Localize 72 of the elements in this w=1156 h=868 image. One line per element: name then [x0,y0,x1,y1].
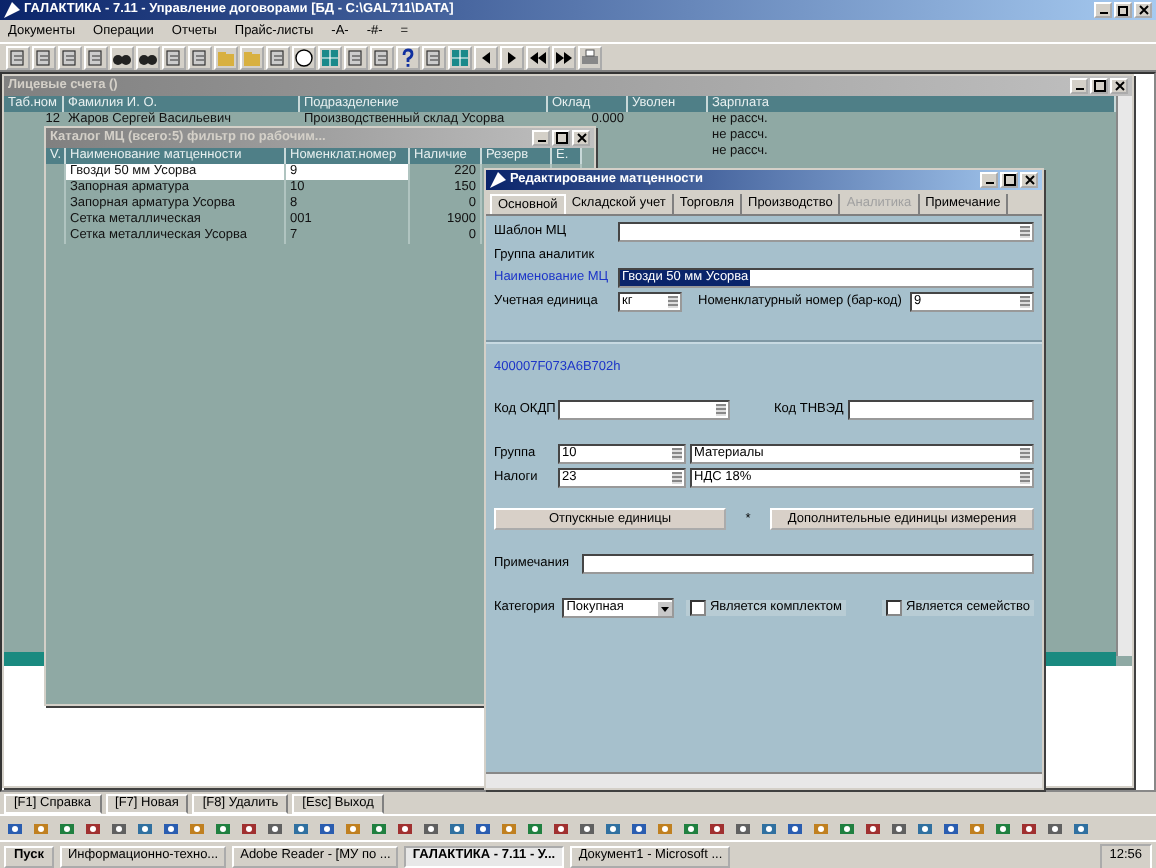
minimize-button[interactable] [1094,2,1112,18]
tool-icon[interactable] [968,819,986,837]
tool-icon[interactable] [318,819,336,837]
tool-icon[interactable] [266,819,284,837]
tool-icon[interactable] [32,819,50,837]
tool-icon[interactable] [812,819,830,837]
tool-icon[interactable] [708,819,726,837]
app-logo-icon [4,2,20,18]
last-icon[interactable] [552,45,576,69]
tool-icon[interactable] [240,819,258,837]
tool-icon[interactable] [656,819,674,837]
tool-icon[interactable] [6,819,24,837]
tnved-field[interactable] [847,400,1034,420]
restore-button[interactable] [1114,2,1132,18]
close-button[interactable] [1134,2,1152,18]
okdp-field[interactable] [558,400,730,420]
print-icon[interactable] [578,45,602,69]
tool-icon[interactable] [630,819,648,837]
scrollbar[interactable] [486,772,1042,788]
dropdown-icon [668,296,678,308]
tool-icon[interactable] [188,819,206,837]
tool-icon[interactable] [58,819,76,837]
tool-icon[interactable] [838,819,856,837]
grid-icon[interactable] [448,45,472,69]
tool-icon[interactable] [370,819,388,837]
tool-icon[interactable] [786,819,804,837]
dropdown-icon [1020,296,1030,308]
tool-icon[interactable] [500,819,518,837]
tool-icon[interactable] [760,819,778,837]
tool-icon[interactable] [448,819,466,837]
tool-icon[interactable] [474,819,492,837]
first-icon[interactable] [526,45,550,69]
arrow-left-icon[interactable] [474,45,498,69]
maximize-button[interactable] [1000,172,1018,188]
tool-icon[interactable] [682,819,700,837]
tool-icon[interactable] [994,819,1012,837]
tool-icon[interactable] [396,819,414,837]
tool-icon[interactable] [422,819,440,837]
dropdown-icon [1020,226,1030,238]
tool-icon[interactable] [942,819,960,837]
tool-icon[interactable] [1020,819,1038,837]
tool-icon[interactable] [292,819,310,837]
tool-icon[interactable] [344,819,362,837]
tool-icon[interactable] [214,819,232,837]
tool-icon[interactable] [916,819,934,837]
tool-icon[interactable] [604,819,622,837]
dropdown-icon [716,404,726,416]
tool-icon[interactable] [1046,819,1064,837]
tool-icon[interactable] [162,819,180,837]
tool-icon[interactable] [84,819,102,837]
tool-icon[interactable] [734,819,752,837]
template-field[interactable] [618,222,1034,242]
checkbox[interactable] [886,600,902,616]
close-button[interactable] [1020,172,1038,188]
tool-icon[interactable] [1072,819,1090,837]
tool-icon[interactable] [136,819,154,837]
tool-icon[interactable] [526,819,544,837]
tool-icon[interactable] [552,819,570,837]
tool-icon[interactable] [890,819,908,837]
binoculars-icon[interactable] [110,45,134,69]
tool-icon[interactable] [110,819,128,837]
checkbox[interactable] [689,600,706,616]
help-icon[interactable] [396,45,420,69]
tool-icon[interactable] [864,819,882,837]
minimize-button[interactable] [980,172,998,188]
binoculars-icon[interactable] [136,45,160,69]
tool-icon[interactable] [578,819,596,837]
dropdown-arrow-icon [657,601,672,615]
scrollbar[interactable] [1116,96,1132,656]
grid-icon[interactable] [318,45,342,69]
notes-field[interactable] [582,554,1034,574]
arrow-right-icon[interactable] [500,45,524,69]
